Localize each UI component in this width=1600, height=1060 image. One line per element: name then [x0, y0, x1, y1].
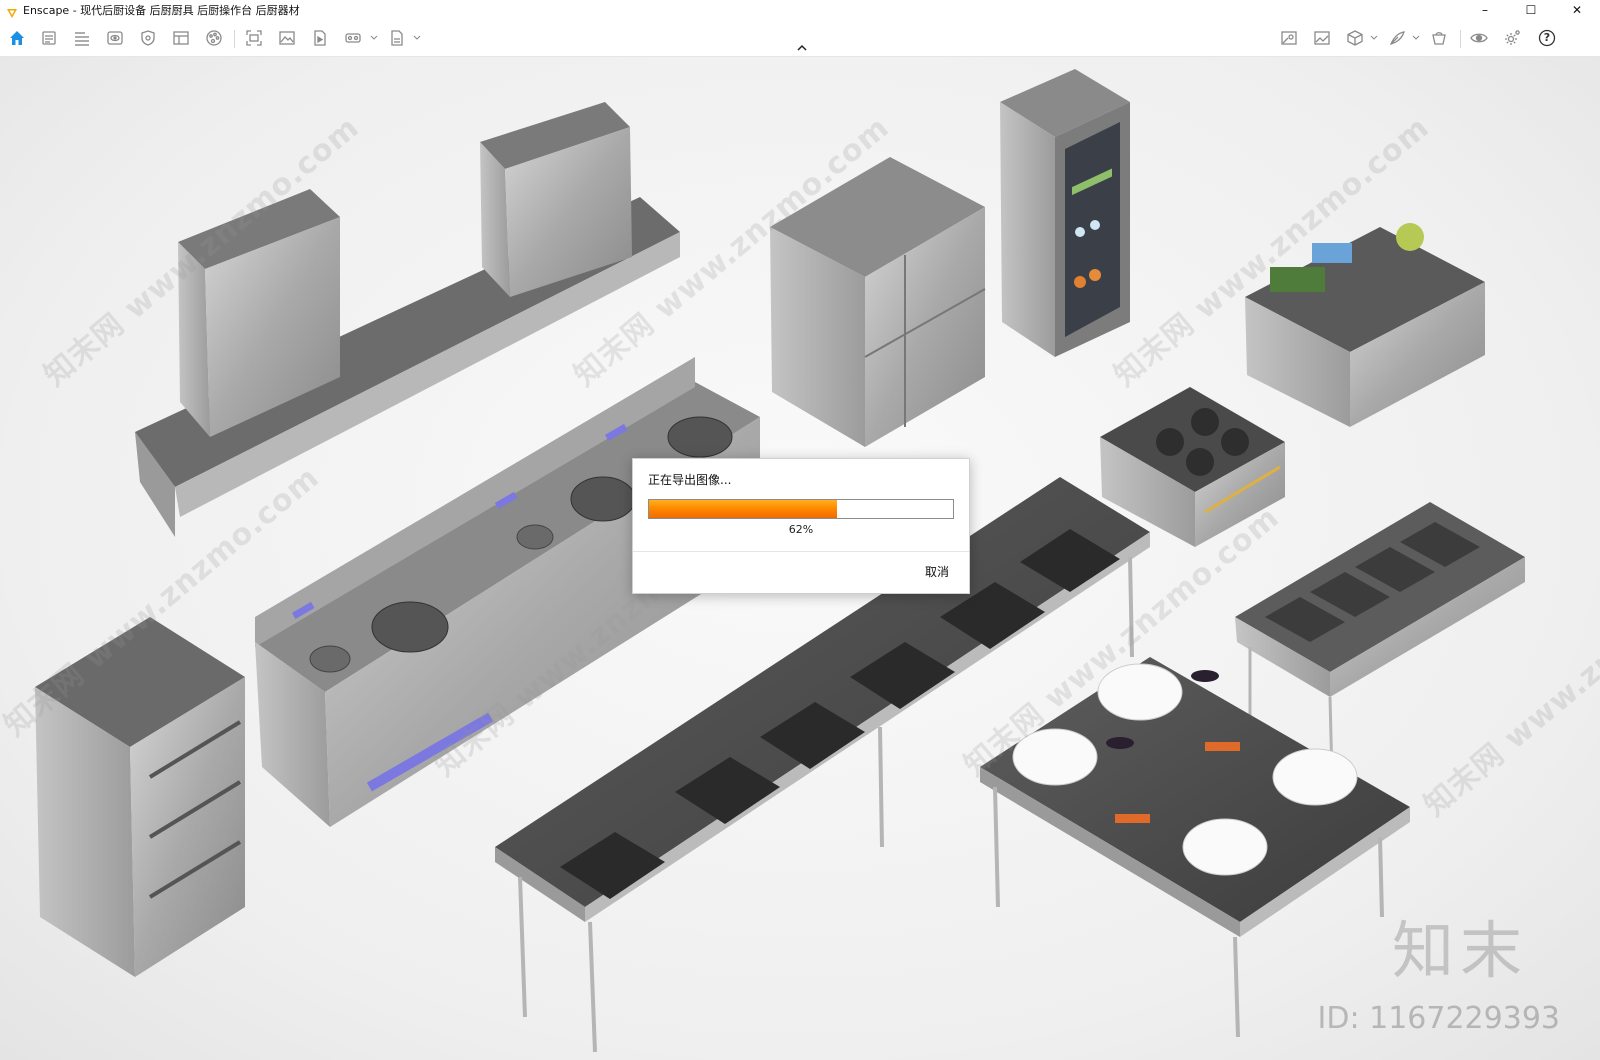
- grid-table-icon[interactable]: [172, 29, 190, 47]
- chevron-down-icon[interactable]: [1370, 33, 1378, 43]
- visibility-eye-icon[interactable]: [1470, 29, 1488, 47]
- dialog-title: 正在导出图像...: [648, 473, 732, 487]
- export-file-icon[interactable]: [388, 29, 406, 47]
- settings-gear-icon[interactable]: [1503, 29, 1521, 47]
- help-icon[interactable]: ?: [1538, 29, 1556, 47]
- collapse-toolbar-icon[interactable]: [794, 44, 810, 56]
- progress-fill: [649, 500, 838, 518]
- maximize-button[interactable]: ☐: [1508, 0, 1554, 20]
- minimize-button[interactable]: –: [1462, 0, 1508, 20]
- document-icon[interactable]: [40, 29, 58, 47]
- display-refrigerator: [1000, 69, 1130, 357]
- export-progress-bar: [648, 499, 954, 519]
- brand-mark: 知末: [1391, 914, 1528, 987]
- export-progress-dialog: 正在导出图像... 62% 取消: [632, 458, 970, 594]
- asset-library-icon[interactable]: [1430, 29, 1448, 47]
- picture-icon[interactable]: [1313, 29, 1331, 47]
- toolbar-separator: [234, 30, 235, 48]
- capture-screenshot-icon[interactable]: [245, 29, 263, 47]
- image-icon[interactable]: [278, 29, 296, 47]
- chevron-down-icon[interactable]: [413, 33, 421, 43]
- title-bar: Enscape - 现代后厨设备 后厨厨具 后厨操作台 后厨器材 – ☐ ✕: [0, 0, 1600, 20]
- progress-percent: 62%: [788, 523, 814, 536]
- dialog-divider: [633, 551, 969, 552]
- enscape-logo-icon: [6, 4, 18, 18]
- color-palette-icon[interactable]: [205, 29, 223, 47]
- help-label: ?: [1543, 31, 1551, 44]
- toolbar-separator: [1460, 30, 1461, 48]
- eye-view-icon[interactable]: [106, 29, 124, 47]
- brand-id: ID: 1167229393: [1317, 1001, 1560, 1036]
- cube-icon[interactable]: [1346, 29, 1364, 47]
- chevron-down-icon[interactable]: [1412, 33, 1420, 43]
- vr-headset-icon[interactable]: [344, 29, 362, 47]
- cancel-button[interactable]: 取消: [925, 563, 949, 580]
- shield-icon[interactable]: [139, 29, 157, 47]
- window-title: Enscape - 现代后厨设备 后厨厨具 后厨操作台 后厨器材: [23, 4, 300, 17]
- close-button[interactable]: ✕: [1554, 0, 1600, 20]
- feather-icon[interactable]: [1388, 29, 1406, 47]
- chevron-down-icon[interactable]: [370, 33, 378, 43]
- map-icon[interactable]: [1280, 29, 1298, 47]
- list-icon[interactable]: [73, 29, 91, 47]
- video-file-icon[interactable]: [311, 29, 329, 47]
- home-icon[interactable]: [8, 29, 26, 47]
